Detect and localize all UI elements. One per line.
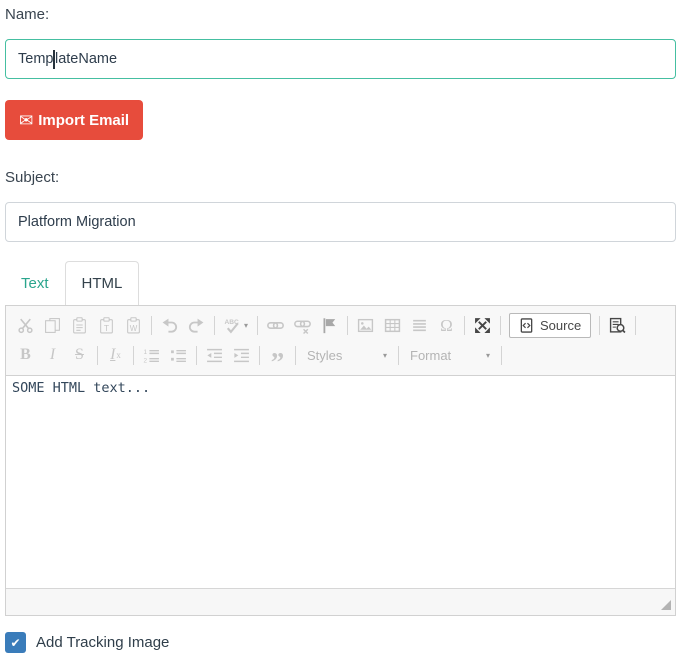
toolbar-separator xyxy=(97,346,98,365)
cut-icon[interactable] xyxy=(12,311,39,339)
styles-dropdown-label: Styles xyxy=(307,348,342,363)
source-button[interactable]: Source xyxy=(509,313,591,338)
toolbar-separator xyxy=(259,346,260,365)
italic-icon[interactable]: I xyxy=(39,341,66,369)
format-dropdown[interactable]: Format ▾ xyxy=(403,348,497,363)
html-source-textarea[interactable]: SOME HTML text... xyxy=(6,376,675,588)
email-template-form: Name: TemplateName ✉ Import Email Subjec… xyxy=(0,0,682,662)
tab-html[interactable]: HTML xyxy=(65,261,140,305)
table-icon[interactable] xyxy=(379,311,406,339)
import-email-label: Import Email xyxy=(38,112,129,129)
chevron-down-icon: ▾ xyxy=(244,321,248,330)
toolbar-separator xyxy=(501,346,502,365)
editor-mode-tabs: Text HTML xyxy=(5,261,676,305)
rich-text-editor: T W ABC ▾ xyxy=(5,305,676,616)
paste-plain-text-icon[interactable]: T xyxy=(93,311,120,339)
toolbar-separator xyxy=(347,316,348,335)
toolbar-separator xyxy=(599,316,600,335)
chevron-down-icon: ▾ xyxy=(383,351,387,360)
paste-icon[interactable] xyxy=(66,311,93,339)
maximize-icon[interactable] xyxy=(469,311,496,339)
toolbar-separator xyxy=(133,346,134,365)
name-label: Name: xyxy=(5,6,676,23)
tab-text[interactable]: Text xyxy=(5,261,65,305)
editor-bottom-bar xyxy=(6,588,675,615)
redo-icon[interactable] xyxy=(183,311,210,339)
name-value-before-caret: Temp xyxy=(18,51,53,67)
bold-icon[interactable]: B xyxy=(12,341,39,369)
subject-label: Subject: xyxy=(5,169,676,186)
strikethrough-icon[interactable]: S xyxy=(66,341,93,369)
svg-text:2: 2 xyxy=(144,357,148,364)
horizontal-line-icon[interactable] xyxy=(406,311,433,339)
tracking-image-row: ✔ Add Tracking Image xyxy=(5,632,676,653)
add-tracking-image-checkbox[interactable]: ✔ xyxy=(5,632,26,653)
numbered-list-icon[interactable]: 12 xyxy=(138,341,165,369)
name-input[interactable]: TemplateName xyxy=(5,39,676,79)
toolbar-separator xyxy=(257,316,258,335)
resize-handle[interactable] xyxy=(661,600,671,610)
envelope-icon: ✉ xyxy=(19,112,33,129)
subject-input[interactable] xyxy=(5,202,676,242)
toolbar-separator xyxy=(295,346,296,365)
bulleted-list-icon[interactable] xyxy=(165,341,192,369)
image-icon[interactable] xyxy=(352,311,379,339)
add-tracking-image-label: Add Tracking Image xyxy=(36,634,169,651)
preview-icon[interactable] xyxy=(604,311,631,339)
name-value-after-caret: lateName xyxy=(55,51,117,67)
special-character-icon[interactable]: Ω xyxy=(433,311,460,339)
svg-text:1: 1 xyxy=(144,348,148,355)
spell-check-icon[interactable]: ABC ▾ xyxy=(219,311,253,339)
editor-toolbar: T W ABC ▾ xyxy=(6,306,675,376)
toolbar-separator xyxy=(635,316,636,335)
svg-text:W: W xyxy=(130,323,138,332)
anchor-icon[interactable] xyxy=(316,311,343,339)
decrease-indent-icon[interactable] xyxy=(201,341,228,369)
import-email-button[interactable]: ✉ Import Email xyxy=(5,100,143,140)
svg-text:T: T xyxy=(104,322,109,332)
check-icon: ✔ xyxy=(10,636,20,650)
styles-dropdown[interactable]: Styles ▾ xyxy=(300,348,394,363)
link-icon[interactable] xyxy=(262,311,289,339)
toolbar-separator xyxy=(214,316,215,335)
toolbar-separator xyxy=(196,346,197,365)
toolbar-separator xyxy=(500,316,501,335)
toolbar-separator xyxy=(151,316,152,335)
toolbar-separator xyxy=(464,316,465,335)
chevron-down-icon: ▾ xyxy=(486,351,490,360)
toolbar-separator xyxy=(398,346,399,365)
remove-format-sub: x xyxy=(116,351,121,360)
blockquote-icon[interactable]: ” xyxy=(264,341,291,369)
source-button-label: Source xyxy=(540,318,581,333)
copy-icon[interactable] xyxy=(39,311,66,339)
format-dropdown-label: Format xyxy=(410,348,451,363)
increase-indent-icon[interactable] xyxy=(228,341,255,369)
toolbar-row-2: B I S Ix 12 xyxy=(12,341,669,369)
toolbar-row-1: T W ABC ▾ xyxy=(12,311,669,339)
remove-format-icon[interactable]: Ix xyxy=(102,341,129,369)
remove-format-letter: I xyxy=(110,347,115,363)
paste-from-word-icon[interactable]: W xyxy=(120,311,147,339)
undo-icon[interactable] xyxy=(156,311,183,339)
source-code-icon xyxy=(519,318,534,333)
unlink-icon[interactable] xyxy=(289,311,316,339)
